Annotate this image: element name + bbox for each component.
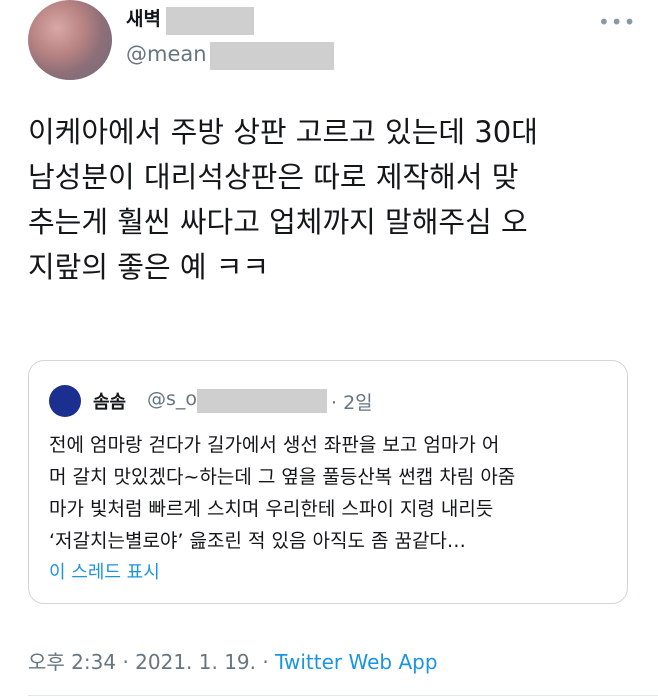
quoted-text-line: 마가 빛처럼 빠르게 스치며 우리한테 스파이 지령 내리듯 bbox=[49, 498, 494, 520]
more-dots-icon[interactable]: ••• bbox=[598, 10, 636, 34]
tweet-text-line: 추는게 훨씬 싸다고 업체까지 말해주심 오 bbox=[28, 205, 528, 239]
tweet-date[interactable]: 2021. 1. 19. bbox=[135, 650, 256, 674]
quoted-text-line: ‘저갈치는별로야’ 읊조린 적 있음 아직도 좀 꿈같다… bbox=[49, 530, 466, 552]
author-handle-text: @mean bbox=[126, 42, 207, 66]
meta-separator: · bbox=[122, 650, 136, 674]
author-handle[interactable]: @mean bbox=[126, 42, 207, 66]
author-name-text: 새벽 bbox=[126, 8, 161, 30]
tweet-source-app[interactable]: Twitter Web App bbox=[275, 650, 437, 674]
show-thread-link[interactable]: 이 스레드 표시 bbox=[49, 558, 160, 584]
quoted-handle-redaction bbox=[197, 389, 327, 413]
tweet-text-line: 지랖의 좋은 예 ㅋㅋ bbox=[28, 250, 270, 284]
quoted-text-line: 전에 엄마랑 걷다가 길가에서 생선 좌판을 보고 엄마가 어 bbox=[49, 434, 500, 456]
tweet-text-line: 이케아에서 주방 상판 고르고 있는데 30대 bbox=[28, 115, 538, 149]
meta-separator: · bbox=[262, 650, 276, 674]
quoted-text-line: 머 갈치 맛있겠다~하는데 그 옆을 풀등산복 썬캡 차림 아줌 bbox=[49, 466, 516, 488]
quoted-tweet-card[interactable]: 솜솜 @s_o · 2일 전에 엄마랑 걷다가 길가에서 생선 좌판을 보고 엄… bbox=[28, 360, 628, 604]
quoted-tweet-text: 전에 엄마랑 걷다가 길가에서 생선 좌판을 보고 엄마가 어 머 갈치 맛있겠… bbox=[49, 429, 614, 557]
quoted-author-avatar bbox=[49, 385, 81, 417]
author-name[interactable]: 새벽 bbox=[126, 4, 161, 31]
quoted-author-handle: @s_o bbox=[147, 388, 198, 410]
author-name-redaction bbox=[166, 7, 254, 35]
quoted-author-name: 솜솜 bbox=[93, 392, 127, 413]
quoted-tweet-time: · 2일 bbox=[331, 392, 373, 414]
tweet-text-line: 남성분이 대리석상판은 따로 제작해서 맞 bbox=[28, 160, 519, 194]
divider bbox=[28, 695, 658, 696]
author-avatar[interactable] bbox=[28, 0, 112, 80]
tweet-meta: 오후 2:34 · 2021. 1. 19. · Twitter Web App bbox=[28, 646, 438, 675]
tweet-time[interactable]: 오후 2:34 bbox=[28, 650, 116, 674]
tweet-text: 이케아에서 주방 상판 고르고 있는데 30대 남성분이 대리석상판은 따로 제… bbox=[28, 110, 638, 290]
author-handle-redaction bbox=[210, 42, 334, 70]
